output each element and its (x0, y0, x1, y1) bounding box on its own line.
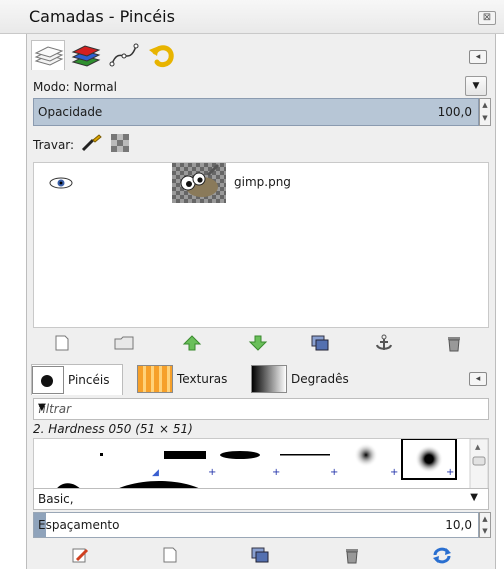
undo-history-tab[interactable] (145, 40, 179, 70)
tab-patterns[interactable]: Texturas (137, 364, 249, 394)
tab-gradients-label: Degradês (291, 372, 349, 386)
spacing-spin-buttons[interactable]: ▲ ▼ (479, 512, 491, 538)
tab-patterns-label: Texturas (177, 372, 228, 386)
brush-previews: ◢ + + + + + ▲ (55, 439, 488, 491)
brush-set-value: Basic, (38, 492, 74, 506)
brush-preview (280, 454, 330, 456)
brush-preview (220, 451, 260, 459)
new-layer-icon (55, 335, 69, 351)
svg-text:+: + (272, 467, 280, 478)
layers-list[interactable]: gimp.png (33, 162, 489, 328)
edit-brush-button[interactable] (67, 544, 93, 566)
brush-grid[interactable]: ◢ + + + + + ▲ (33, 438, 489, 492)
eye-icon (49, 177, 73, 189)
brushes-toolbar (27, 544, 497, 566)
new-layer-group-icon (114, 336, 134, 350)
new-layer-button[interactable] (49, 332, 75, 354)
svg-text:◢: ◢ (152, 468, 159, 478)
delete-brush-icon (346, 549, 358, 564)
raise-layer-button[interactable] (179, 332, 205, 354)
lock-label: Travar: (33, 138, 75, 152)
channels-icon (71, 45, 101, 67)
delete-layer-icon (448, 337, 460, 352)
layer-name[interactable]: gimp.png (234, 175, 291, 189)
brushes-dialog-tabs: Pincéis Texturas Degradês ◂ (27, 364, 497, 395)
edit-brush-icon (72, 548, 89, 563)
new-brush-button[interactable] (157, 544, 183, 566)
gradient-tab-thumb (251, 365, 287, 393)
brush-preview (100, 453, 103, 456)
svg-text:+: + (330, 467, 338, 478)
spin-down-icon[interactable]: ▼ (480, 525, 490, 537)
layer-row[interactable]: gimp.png (34, 163, 488, 203)
layers-dialog-tabs: ◂ (27, 40, 497, 70)
spacing-value: 10,0 (445, 518, 472, 532)
anchor-layer-button[interactable] (371, 332, 397, 354)
selected-brush-name: 2. Hardness 050 (51 × 51) (33, 422, 193, 436)
svg-text:+: + (390, 467, 398, 478)
title-bar: Camadas - Pincéis ⊠ (0, 0, 504, 34)
raise-layer-icon (182, 335, 202, 351)
duplicate-brush-icon (251, 547, 269, 563)
brush-set-select[interactable]: Basic, ▼ (33, 488, 489, 510)
spacing-label: Espaçamento (38, 518, 120, 532)
anchor-layer-icon (376, 334, 392, 350)
tab-brushes-label: Pincéis (68, 373, 110, 387)
lower-layer-button[interactable] (245, 332, 271, 354)
spin-down-icon[interactable]: ▼ (480, 112, 490, 125)
svg-text:+: + (208, 467, 216, 478)
spin-up-icon[interactable]: ▲ (480, 513, 490, 525)
checkerboard-lock-icon (111, 134, 129, 152)
tab-gradients[interactable]: Degradês (251, 364, 375, 394)
layers-menu-button[interactable]: ◂ (469, 50, 487, 64)
undo-history-icon (149, 45, 174, 68)
layer-thumbnail (172, 163, 226, 203)
refresh-brushes-icon (433, 547, 451, 564)
close-button[interactable]: ⊠ (478, 11, 496, 25)
opacity-slider[interactable]: Opacidade 100,0 (33, 98, 479, 126)
mode-select[interactable]: Modo: Normal (33, 80, 117, 94)
gimp-thumbnail-icon (172, 163, 226, 203)
dock-panel: ◂ Modo: Normal ▼ Opacidade 100,0 ▲ ▼ Tra… (26, 34, 496, 569)
filter-dropdown-icon[interactable]: ▼ (38, 402, 478, 413)
layers-icon (34, 46, 64, 66)
lower-layer-icon (248, 335, 268, 351)
lock-alpha-toggle[interactable] (111, 134, 129, 152)
window-title: Camadas - Pincéis (29, 7, 175, 26)
spacing-slider[interactable]: Espaçamento 10,0 (33, 512, 479, 538)
svg-text:+: + (446, 467, 454, 478)
delete-layer-button[interactable] (441, 332, 467, 354)
opacity-label: Opacidade (38, 105, 103, 119)
opacity-value: 100,0 (437, 105, 472, 119)
brush-tab-thumb (32, 366, 64, 394)
scrollbar-thumb (472, 456, 486, 466)
duplicate-brush-button[interactable] (247, 544, 273, 566)
refresh-brushes-button[interactable] (429, 544, 455, 566)
paths-tab[interactable] (107, 40, 141, 70)
opacity-spin-buttons[interactable]: ▲ ▼ (479, 98, 491, 126)
brush-preview (415, 445, 443, 473)
lock-pixels-toggle[interactable] (81, 134, 103, 152)
duplicate-layer-icon (311, 335, 329, 351)
paths-icon (109, 43, 139, 67)
layers-toolbar (27, 332, 497, 354)
channels-tab[interactable] (69, 40, 103, 70)
chevron-down-icon[interactable]: ▼ (470, 492, 478, 503)
new-brush-icon (163, 547, 177, 563)
spin-up-icon[interactable]: ▲ (480, 99, 490, 112)
svg-text:▲: ▲ (475, 443, 481, 451)
layers-tab[interactable] (31, 40, 65, 70)
visibility-toggle[interactable] (48, 175, 74, 191)
duplicate-layer-button[interactable] (307, 332, 333, 354)
pattern-tab-thumb (137, 365, 173, 393)
brush-preview (164, 451, 206, 459)
mode-dropdown-button[interactable]: ▼ (465, 76, 487, 96)
delete-brush-button[interactable] (339, 544, 365, 566)
brush-preview (354, 443, 378, 467)
new-layer-group-button[interactable] (111, 332, 137, 354)
brush-filter-input[interactable]: filtrar ▼ (33, 398, 489, 420)
tab-brushes[interactable]: Pincéis (31, 364, 123, 395)
brush-lock-icon (81, 134, 102, 152)
brushes-menu-button[interactable]: ◂ (469, 372, 487, 386)
